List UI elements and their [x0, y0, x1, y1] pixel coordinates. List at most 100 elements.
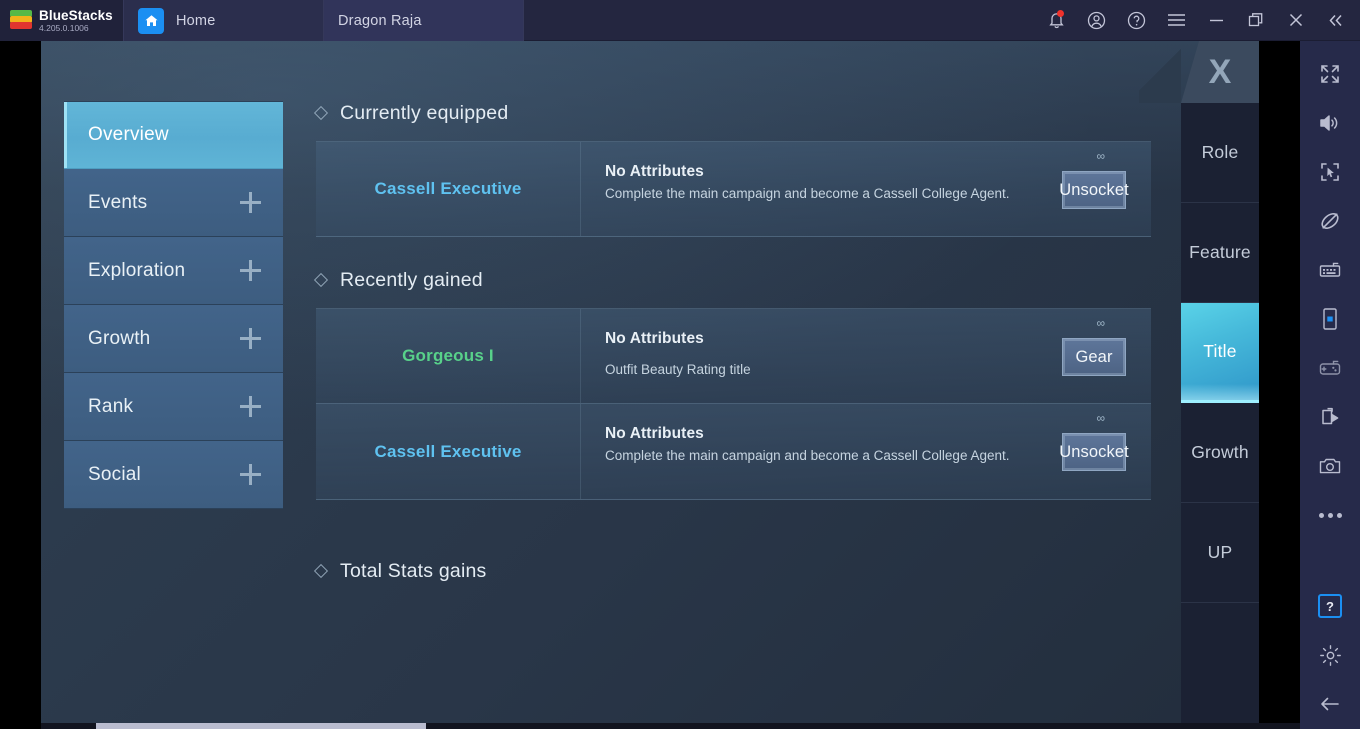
help-icon[interactable]: ?: [1300, 582, 1360, 631]
keyboard-controls-icon[interactable]: [1300, 245, 1360, 294]
section-title: Recently gained: [340, 268, 483, 291]
title-card-body: No Attributes Outfit Beauty Rating title…: [581, 309, 1151, 403]
title-card-name: Gorgeous I: [316, 309, 581, 403]
brand-version: 4.205.0.1006: [39, 23, 89, 33]
restore-icon[interactable]: [1236, 0, 1276, 41]
notification-bell-icon[interactable]: [1036, 0, 1076, 41]
title-card-name: Cassell Executive: [316, 142, 581, 236]
sidebar-item-label: Growth: [88, 327, 151, 349]
tab-dragon-raja-label: Dragon Raja: [338, 12, 422, 29]
cursor-capture-icon[interactable]: [1300, 147, 1360, 196]
attribute-description: Outfit Beauty Rating title: [605, 362, 751, 377]
menu-hamburger-icon[interactable]: [1156, 0, 1196, 41]
back-arrow-icon[interactable]: [1300, 680, 1360, 729]
scrollbar-thumb[interactable]: [96, 723, 426, 729]
tab-home[interactable]: Home: [124, 0, 324, 41]
tab-label: Feature: [1189, 242, 1251, 262]
corner-bevel: [1139, 41, 1181, 103]
title-name: Cassell Executive: [374, 441, 522, 461]
title-panel-content: Currently equipped Cassell Executive No …: [313, 96, 1151, 599]
sidebar-item-overview[interactable]: Overview: [64, 101, 283, 169]
game-right-rail: Role Feature Title Growth UP: [1181, 103, 1259, 723]
bluestacks-logo-icon: [10, 9, 32, 32]
title-card-cassell[interactable]: Cassell Executive No Attributes Complete…: [316, 404, 1151, 500]
rail-empty-space: [1181, 603, 1259, 723]
app-root: BlueStacks 4.205.0.1006 Home Dragon Raja: [0, 0, 1360, 729]
title-card-body: No Attributes Complete the main campaign…: [581, 142, 1151, 236]
account-icon[interactable]: [1076, 0, 1116, 41]
duration-infinity-label: ∞: [1096, 149, 1105, 163]
tab-growth[interactable]: Growth: [1181, 403, 1259, 503]
help-circle-icon[interactable]: [1116, 0, 1156, 41]
fullscreen-icon[interactable]: [1300, 49, 1360, 98]
title-name: Gorgeous I: [402, 346, 494, 365]
collapse-chevrons-icon[interactable]: [1316, 0, 1356, 41]
section-header-recently-gained: Recently gained: [313, 263, 1151, 297]
diamond-bullet-icon: [313, 272, 329, 288]
tab-label: Title: [1203, 341, 1237, 361]
unsocket-button-label: Unsocket: [1059, 180, 1129, 199]
sidebar-item-label: Overview: [88, 124, 169, 145]
close-panel-button[interactable]: X: [1181, 41, 1259, 103]
media-manager-icon[interactable]: [1300, 393, 1360, 442]
title-card-equipped[interactable]: Cassell Executive No Attributes Complete…: [316, 141, 1151, 237]
plus-icon[interactable]: [240, 396, 261, 417]
sidebar-item-events[interactable]: Events: [64, 169, 283, 237]
gamepad-icon[interactable]: [1300, 343, 1360, 392]
title-name: Cassell Executive: [374, 179, 522, 198]
sidebar-item-label: Social: [88, 463, 141, 485]
game-viewport: Overview Events Exploration Growth Rank: [0, 41, 1300, 729]
notification-badge: [1057, 9, 1064, 17]
close-x-icon: X: [1208, 53, 1232, 91]
plus-icon[interactable]: [240, 464, 261, 485]
sidebar-item-rank[interactable]: Rank: [64, 373, 283, 441]
settings-gear-icon[interactable]: [1300, 631, 1360, 680]
horizontal-scrollbar[interactable]: [41, 723, 1300, 729]
title-card-body: No Attributes Complete the main campaign…: [581, 404, 1151, 499]
screenshot-camera-icon[interactable]: [1300, 442, 1360, 491]
tab-label: Role: [1201, 142, 1239, 162]
tab-label: UP: [1207, 542, 1233, 562]
tab-role[interactable]: Role: [1181, 103, 1259, 203]
minimize-icon[interactable]: [1196, 0, 1236, 41]
section-header-currently-equipped: Currently equipped: [313, 96, 1151, 130]
sidebar-item-growth[interactable]: Growth: [64, 305, 283, 373]
unsocket-button[interactable]: Unsocket: [1059, 171, 1129, 209]
attribute-description: Complete the main campaign and become a …: [605, 448, 1010, 463]
plus-icon[interactable]: [240, 328, 261, 349]
close-icon[interactable]: [1276, 0, 1316, 41]
plus-icon[interactable]: [240, 192, 261, 213]
right-black-gutter: [1259, 41, 1300, 729]
tab-title[interactable]: Title: [1181, 303, 1259, 403]
titlebar-spacer: [524, 0, 1036, 40]
attribute-description: Complete the main campaign and become a …: [605, 186, 1010, 201]
unsocket-button[interactable]: Unsocket: [1059, 433, 1129, 471]
duration-infinity-label: ∞: [1096, 316, 1105, 330]
plus-icon[interactable]: [240, 260, 261, 281]
sidebar-item-social[interactable]: Social: [64, 441, 283, 509]
section-title: Currently equipped: [340, 101, 509, 124]
sidebar-item-exploration[interactable]: Exploration: [64, 237, 283, 305]
gear-button-label: Gear: [1075, 347, 1113, 366]
tab-label: Growth: [1191, 442, 1249, 462]
section-header-total-stats: Total Stats gains: [313, 554, 1151, 588]
device-orientation-icon[interactable]: [1300, 294, 1360, 343]
left-black-gutter: [0, 41, 41, 729]
gear-button[interactable]: Gear: [1062, 338, 1126, 376]
duration-infinity-label: ∞: [1096, 411, 1105, 425]
tab-home-label: Home: [176, 12, 216, 29]
title-card-name: Cassell Executive: [316, 404, 581, 499]
section-title: Total Stats gains: [340, 559, 487, 582]
tab-feature[interactable]: Feature: [1181, 203, 1259, 303]
help-question-glyph: ?: [1318, 594, 1342, 619]
tab-up[interactable]: UP: [1181, 503, 1259, 603]
rotate-lock-icon[interactable]: [1300, 196, 1360, 245]
titlebar: BlueStacks 4.205.0.1006 Home Dragon Raja: [0, 0, 1360, 729]
volume-icon[interactable]: [1300, 98, 1360, 147]
home-icon: [138, 7, 164, 34]
tab-dragon-raja[interactable]: Dragon Raja: [0, 0, 1300, 729]
title-card-gorgeous[interactable]: Gorgeous I No Attributes Outfit Beauty R…: [316, 308, 1151, 404]
sidebar-item-label: Events: [88, 191, 148, 213]
more-options-icon[interactable]: [1300, 491, 1360, 540]
bluestacks-brand: BlueStacks 4.205.0.1006: [0, 0, 124, 41]
